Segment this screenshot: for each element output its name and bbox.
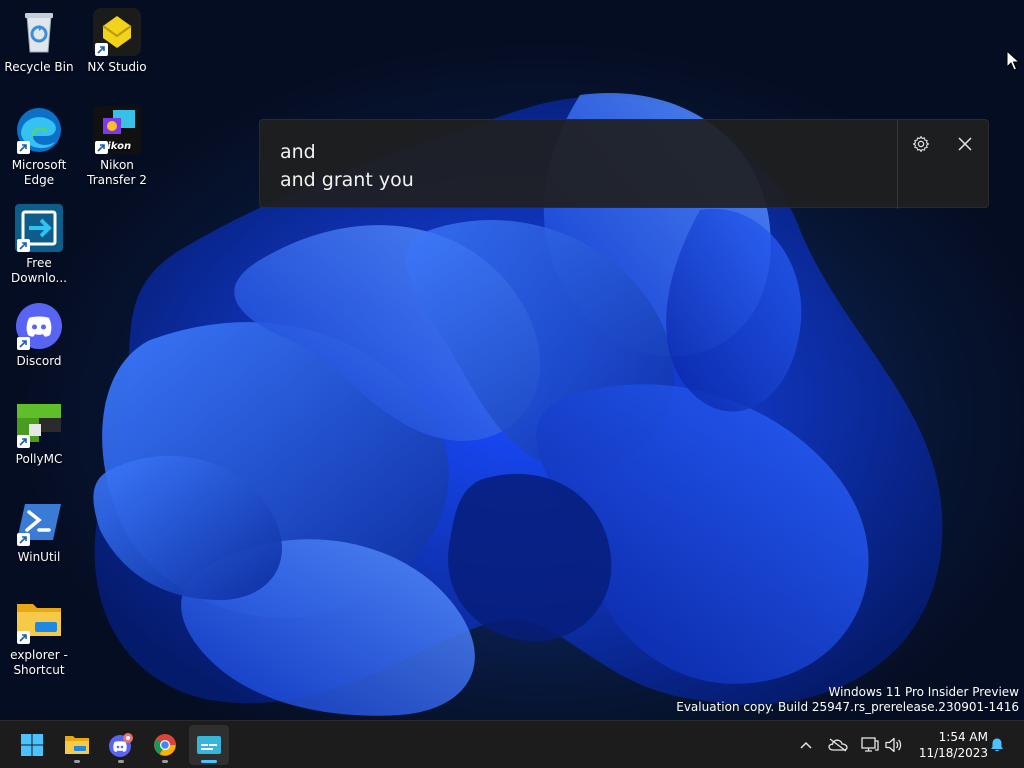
bell-icon bbox=[991, 738, 1003, 752]
desktop-icon-microsoft-edge[interactable]: Microsoft Edge bbox=[1, 106, 77, 188]
caption-line-2: and grant you bbox=[280, 169, 414, 191]
clock-date: 11/18/2023 bbox=[918, 746, 988, 760]
clock-time: 1:54 AM bbox=[938, 730, 988, 744]
recycle-bin-icon bbox=[15, 8, 63, 56]
close-icon bbox=[958, 137, 972, 151]
watermark-build: Evaluation copy. Build 25947.rs_prerelea… bbox=[676, 700, 1019, 714]
desktop-icon-free-download-manager[interactable]: Free Downlo... bbox=[1, 204, 77, 286]
tray-show-hidden-icons-button[interactable] bbox=[794, 733, 818, 757]
running-indicator bbox=[162, 760, 168, 763]
caption-divider bbox=[897, 120, 898, 209]
desktop-icon-recycle-bin[interactable]: Recycle Bin bbox=[1, 8, 77, 75]
caption-text: and and grant you bbox=[280, 138, 890, 194]
desktop-icon-nikon-transfer-2[interactable]: Nikon Nikon Transfer 2 bbox=[79, 106, 155, 188]
discord-icon bbox=[109, 733, 133, 757]
shortcut-arrow-icon bbox=[17, 435, 30, 448]
taskbar-discord-button[interactable] bbox=[101, 725, 141, 765]
taskbar-live-captions-button[interactable] bbox=[189, 725, 229, 765]
notification-center-button[interactable] bbox=[985, 733, 1009, 757]
start-button[interactable] bbox=[12, 725, 52, 765]
desktop-icon-label: explorer - Shortcut bbox=[10, 648, 68, 677]
taskbar-chrome-button[interactable] bbox=[145, 725, 185, 765]
folder-icon bbox=[65, 736, 89, 754]
desktop-icon-winutil[interactable]: WinUtil bbox=[1, 498, 77, 565]
onedrive-icon bbox=[828, 738, 848, 752]
caption-line-1: and bbox=[280, 141, 316, 163]
shortcut-arrow-icon bbox=[17, 533, 30, 546]
desktop-icon-label: WinUtil bbox=[17, 550, 61, 564]
shortcut-arrow-icon bbox=[17, 239, 30, 252]
windows-logo-icon bbox=[21, 734, 43, 756]
gear-icon bbox=[912, 135, 930, 153]
nikon-transfer-icon: Nikon bbox=[93, 106, 141, 154]
powershell-icon bbox=[15, 498, 63, 546]
tray-network-button[interactable] bbox=[858, 733, 882, 757]
shortcut-arrow-icon bbox=[17, 337, 30, 350]
mouse-cursor-icon bbox=[1006, 50, 1020, 71]
caption-settings-button[interactable] bbox=[905, 128, 937, 160]
desktop-icon-pollymc[interactable]: PollyMC bbox=[1, 400, 77, 467]
shortcut-arrow-icon bbox=[17, 631, 30, 644]
desktop-icon-label: PollyMC bbox=[15, 452, 63, 466]
desktop-icon-label: Free Downlo... bbox=[11, 256, 67, 285]
pollymc-icon bbox=[15, 400, 63, 448]
tray-volume-button[interactable] bbox=[882, 733, 906, 757]
running-indicator bbox=[74, 760, 80, 763]
caption-close-button[interactable] bbox=[949, 128, 981, 160]
volume-icon bbox=[885, 737, 902, 753]
shortcut-arrow-icon bbox=[17, 141, 30, 154]
free-download-manager-icon bbox=[15, 204, 63, 252]
desktop-icon-nx-studio[interactable]: NX Studio bbox=[79, 8, 155, 75]
running-indicator bbox=[118, 760, 124, 763]
desktop-icon-label: Discord bbox=[16, 354, 62, 368]
chevron-up-icon bbox=[800, 741, 812, 749]
desktop-icon-label: NX Studio bbox=[87, 60, 147, 74]
network-icon bbox=[861, 737, 879, 752]
edge-icon bbox=[15, 106, 63, 154]
live-captions-window[interactable]: and and grant you bbox=[259, 119, 989, 209]
windows-watermark: Windows 11 Pro Insider Preview Evaluatio… bbox=[676, 685, 1019, 715]
chrome-icon bbox=[154, 734, 176, 756]
taskbar-file-explorer-button[interactable] bbox=[57, 725, 97, 765]
discord-icon bbox=[15, 302, 63, 350]
desktop-icon-label: Recycle Bin bbox=[4, 60, 74, 74]
folder-icon bbox=[15, 596, 63, 644]
taskbar: 1:54 AM 11/18/2023 bbox=[0, 720, 1024, 768]
taskbar-clock[interactable]: 1:54 AM 11/18/2023 bbox=[912, 729, 988, 761]
desktop-icon-discord[interactable]: Discord bbox=[1, 302, 77, 369]
shortcut-arrow-icon bbox=[95, 43, 108, 56]
desktop-icon-explorer-shortcut[interactable]: explorer - Shortcut bbox=[1, 596, 77, 678]
tray-onedrive-button[interactable] bbox=[826, 733, 850, 757]
active-indicator bbox=[201, 760, 217, 763]
desktop-icon-label: Nikon Transfer 2 bbox=[87, 158, 147, 187]
watermark-edition: Windows 11 Pro Insider Preview bbox=[828, 685, 1019, 699]
shortcut-arrow-icon bbox=[95, 141, 108, 154]
nx-studio-icon bbox=[93, 8, 141, 56]
live-captions-icon bbox=[197, 736, 221, 754]
desktop-icon-label: Microsoft Edge bbox=[11, 158, 67, 187]
